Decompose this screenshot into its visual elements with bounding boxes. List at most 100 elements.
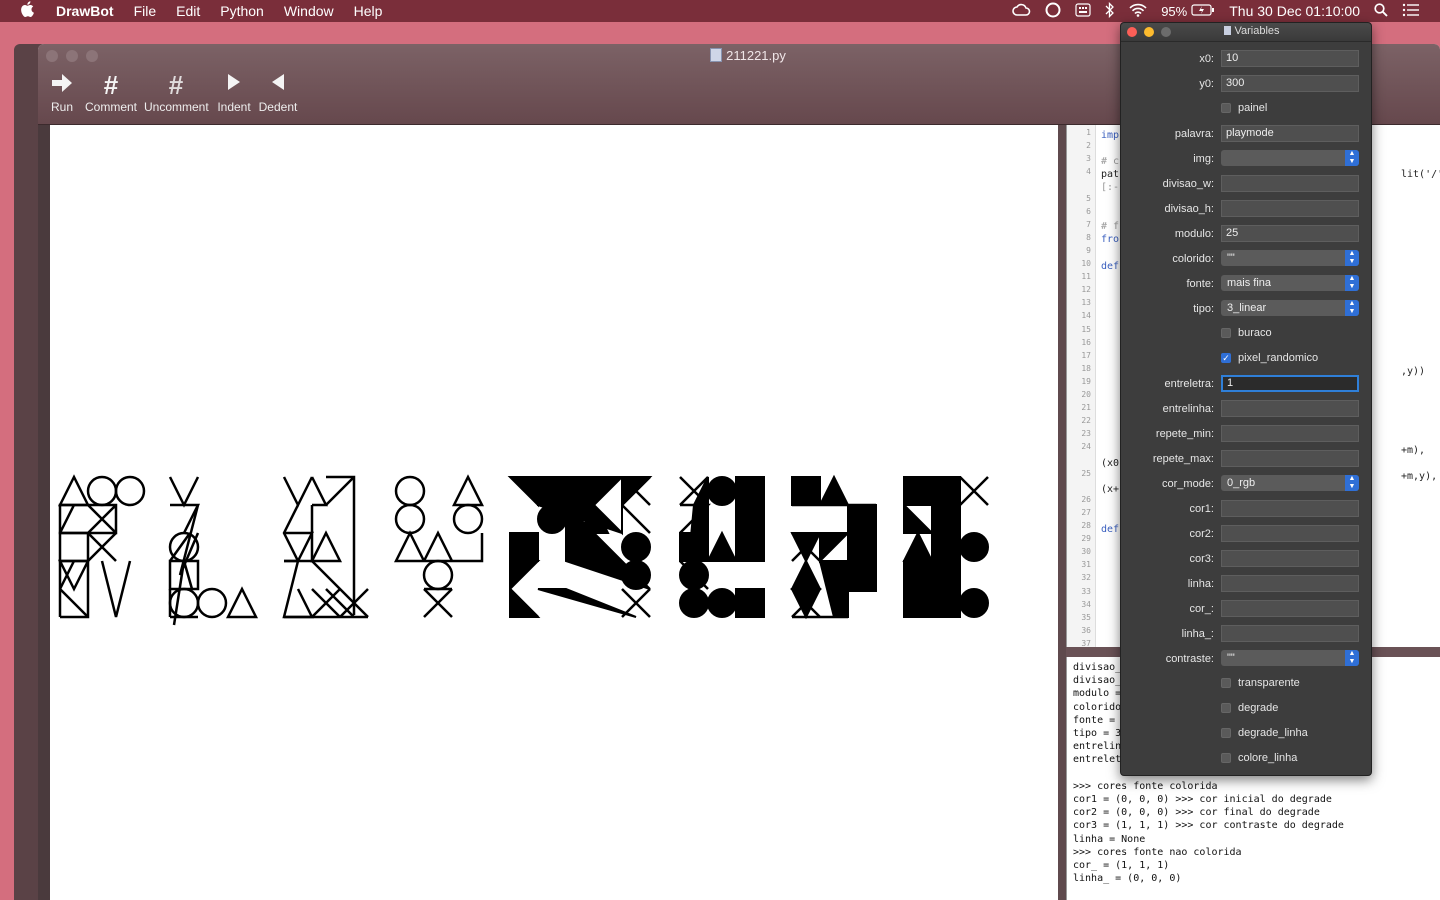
variable-input[interactable] bbox=[1221, 500, 1359, 517]
line-number: 24 bbox=[1081, 442, 1091, 452]
menu-python[interactable]: Python bbox=[220, 3, 264, 19]
code-line-28: def bbox=[1101, 524, 1120, 535]
indent-button[interactable]: Indent bbox=[216, 72, 252, 114]
output-line: cor_ = (1, 1, 1) bbox=[1073, 860, 1170, 871]
checkbox-label[interactable]: colore_linha bbox=[1238, 752, 1297, 764]
output-line: cor3 = (1, 1, 1) >>> cor contraste do de… bbox=[1073, 820, 1344, 832]
variable-row: modulo: 25 bbox=[1121, 223, 1371, 248]
variable-row: cor_: bbox=[1121, 598, 1371, 623]
menu-help[interactable]: Help bbox=[354, 3, 383, 19]
python-file-icon bbox=[710, 48, 723, 62]
uncomment-button[interactable]: # Uncomment bbox=[144, 72, 209, 114]
variable-popup[interactable]: 0_rgb ▲ ▼ bbox=[1221, 475, 1359, 491]
popup-arrows-icon: ▲ ▼ bbox=[1345, 650, 1359, 666]
comment-button[interactable]: # Comment bbox=[84, 72, 138, 114]
variable-label: x0: bbox=[1199, 53, 1214, 65]
checkbox-label[interactable]: transparente bbox=[1238, 677, 1300, 689]
checkbox[interactable] bbox=[1221, 703, 1231, 713]
glyph-o bbox=[679, 476, 765, 618]
variable-input[interactable] bbox=[1221, 550, 1359, 567]
dedent-button[interactable]: Dedent bbox=[258, 72, 298, 114]
bluetooth-icon[interactable] bbox=[1105, 1, 1115, 21]
checkbox-label[interactable]: degrade_linha bbox=[1238, 727, 1308, 739]
variable-input[interactable]: 25 bbox=[1221, 225, 1359, 242]
canvas-scroll-area[interactable] bbox=[38, 125, 1060, 900]
code-line-4-cont: [:- bbox=[1101, 182, 1120, 193]
checkbox-label[interactable]: degrade bbox=[1238, 702, 1278, 714]
glyph-l bbox=[168, 476, 259, 626]
run-label: Run bbox=[50, 100, 73, 114]
menu-window[interactable]: Window bbox=[284, 3, 334, 19]
checkbox-label[interactable]: buraco bbox=[1238, 327, 1272, 339]
menu-bar: DrawBot File Edit Python Window Help 95%… bbox=[0, 0, 1440, 22]
circle-status-icon[interactable] bbox=[1045, 2, 1061, 21]
variable-input[interactable] bbox=[1221, 200, 1359, 217]
line-number: 11 bbox=[1081, 272, 1091, 282]
glyph-a bbox=[282, 475, 369, 619]
variable-label: repete_max: bbox=[1152, 453, 1214, 465]
variables-panel: Variables x0: 10 y0: 300 painel palavra: playm… bbox=[1120, 22, 1372, 776]
variable-row: linha: bbox=[1121, 573, 1371, 598]
variable-input[interactable] bbox=[1221, 425, 1359, 442]
variable-popup[interactable]: ▲ ▼ bbox=[1221, 150, 1359, 166]
variable-label: modulo: bbox=[1174, 228, 1214, 240]
uncomment-label: Uncomment bbox=[144, 100, 209, 114]
variable-input[interactable]: playmode bbox=[1221, 125, 1359, 142]
variable-input[interactable] bbox=[1221, 175, 1359, 192]
variable-input[interactable] bbox=[1221, 450, 1359, 467]
checkbox[interactable] bbox=[1221, 103, 1231, 113]
checkbox[interactable] bbox=[1221, 753, 1231, 763]
notification-center-icon[interactable] bbox=[1402, 3, 1420, 20]
menu-app-name[interactable]: DrawBot bbox=[56, 3, 114, 19]
popup-value: mais fina bbox=[1227, 277, 1272, 289]
line-number: 22 bbox=[1081, 416, 1091, 426]
variable-input[interactable] bbox=[1221, 400, 1359, 417]
output-line: fonte = bbox=[1073, 714, 1122, 726]
menu-file[interactable]: File bbox=[134, 3, 157, 19]
variable-popup[interactable]: "" ▲ ▼ bbox=[1221, 650, 1359, 666]
variable-row: divisao_w: bbox=[1121, 173, 1371, 198]
variable-input[interactable] bbox=[1221, 625, 1359, 642]
code-line-7: # f bbox=[1101, 221, 1120, 232]
checkbox-label[interactable]: pixel_randomico bbox=[1238, 352, 1318, 364]
vertical-splitter[interactable] bbox=[1058, 125, 1066, 900]
checkbox-label[interactable]: painel bbox=[1238, 102, 1267, 114]
variable-row: colore_linha bbox=[1121, 748, 1371, 773]
checkbox[interactable] bbox=[1221, 678, 1231, 688]
line-number: 9 bbox=[1086, 245, 1091, 255]
variable-input[interactable]: 10 bbox=[1221, 50, 1359, 67]
variable-input[interactable] bbox=[1221, 525, 1359, 542]
checkbox[interactable]: ✓ bbox=[1221, 353, 1231, 363]
variable-row: img: ▲ ▼ bbox=[1121, 148, 1371, 173]
creative-cloud-icon[interactable] bbox=[1011, 3, 1031, 20]
variable-label: cor3: bbox=[1189, 553, 1214, 565]
checkbox[interactable] bbox=[1221, 328, 1231, 338]
variable-input[interactable] bbox=[1221, 575, 1359, 592]
output-line: entrelet bbox=[1073, 754, 1122, 766]
battery-charging-icon[interactable] bbox=[1191, 3, 1215, 19]
variable-input[interactable] bbox=[1221, 600, 1359, 617]
apple-icon[interactable] bbox=[20, 0, 38, 22]
variable-row: buraco bbox=[1121, 323, 1371, 348]
checkbox[interactable] bbox=[1221, 728, 1231, 738]
variable-popup[interactable]: "" ▲ ▼ bbox=[1221, 250, 1359, 266]
variable-popup[interactable]: 3_linear ▲ ▼ bbox=[1221, 300, 1359, 316]
output-line: tipo = 3 bbox=[1073, 728, 1122, 739]
variable-popup[interactable]: mais fina ▲ ▼ bbox=[1221, 275, 1359, 291]
menu-edit[interactable]: Edit bbox=[176, 3, 200, 19]
menubar-clock[interactable]: Thu 30 Dec 01:10:00 bbox=[1229, 3, 1360, 19]
wifi-icon[interactable] bbox=[1129, 3, 1147, 20]
variable-input[interactable]: 300 bbox=[1221, 75, 1359, 92]
drawing-canvas[interactable] bbox=[50, 125, 1058, 900]
code-line-18-end: ,y)) bbox=[1401, 366, 1426, 377]
variable-row: transparente bbox=[1121, 673, 1371, 698]
variable-label: contraste: bbox=[1165, 653, 1214, 665]
variable-label: img: bbox=[1193, 153, 1214, 165]
popup-value: 3_linear bbox=[1227, 302, 1267, 314]
keyboard-icon[interactable] bbox=[1075, 2, 1091, 20]
run-button[interactable]: Run bbox=[50, 72, 74, 114]
generated-glyphs-artwork bbox=[57, 474, 989, 626]
spotlight-search-icon[interactable] bbox=[1374, 2, 1388, 20]
variable-row: colorido: "" ▲ ▼ bbox=[1121, 248, 1371, 273]
variable-input[interactable]: 1 bbox=[1221, 375, 1359, 392]
